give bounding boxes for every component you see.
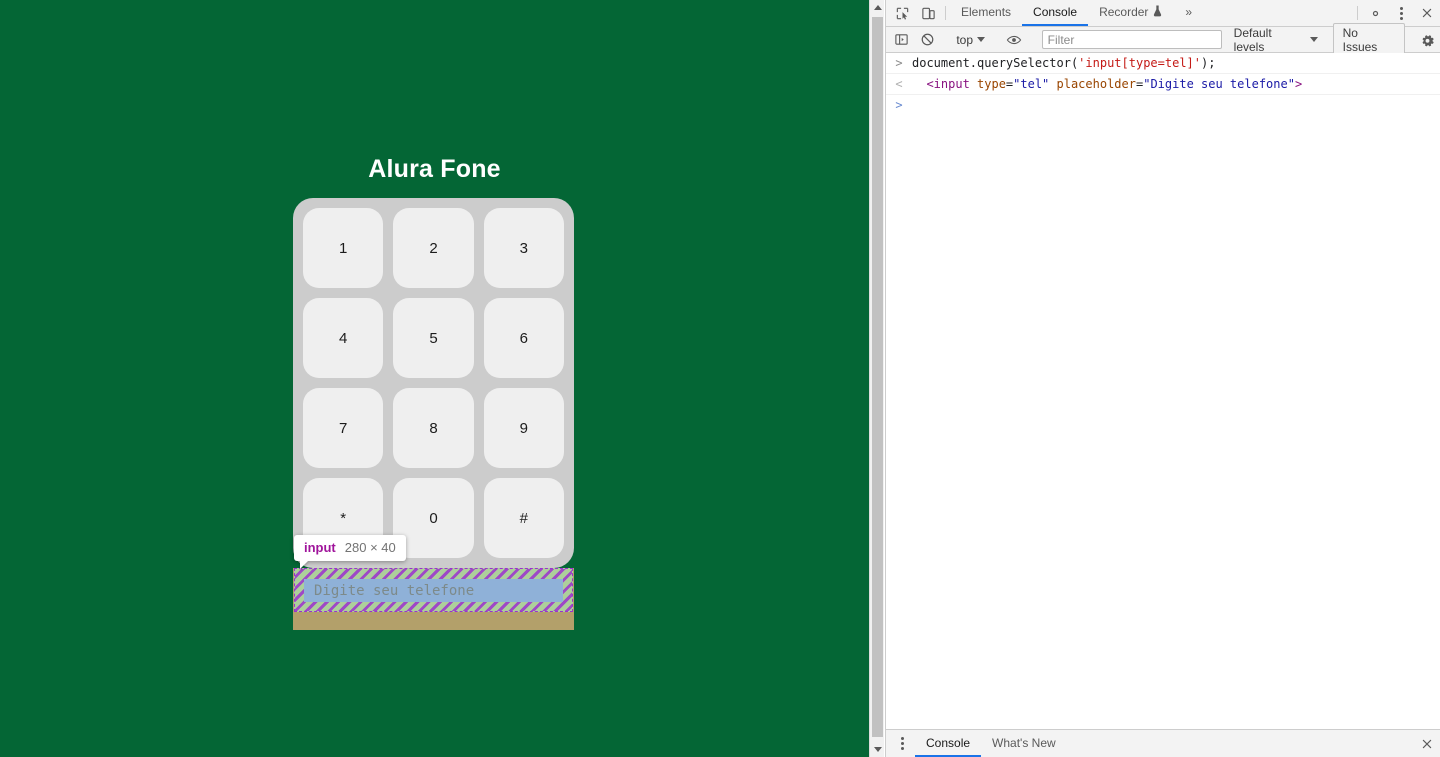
drawer-tab-console-label: Console [926,735,971,750]
page-scrollbar-thumb[interactable] [872,17,883,737]
console-input-marker: > [895,56,903,70]
screenshot-root: Alura Fone 1 2 3 4 5 6 7 8 9 * 0 # Digit… [0,0,1440,757]
chevron-down-icon [1309,37,1318,42]
keypad-key-hash[interactable]: # [483,478,564,558]
page-viewport: Alura Fone 1 2 3 4 5 6 7 8 9 * 0 # Digit… [0,0,869,757]
eye-icon[interactable] [1001,32,1027,48]
device-toolbar-icon[interactable] [915,0,941,26]
console-input-row[interactable]: > document.querySelector('input[type=tel… [886,53,1440,74]
console-settings-gear-icon[interactable] [1414,32,1440,47]
inspector-tooltip-tag: input [304,540,336,555]
keypad-key-4[interactable]: 4 [303,298,384,378]
scroll-up-arrow-icon[interactable] [870,0,885,15]
console-input-expression: document.querySelector('input[type=tel]'… [912,56,1215,71]
drawer-tab-whats-new-label: What's New [992,735,1056,750]
inspector-tooltip: input 280 × 40 [294,535,406,569]
console-prompt-marker: > [895,98,903,112]
devtools-tab-elements[interactable]: Elements [950,0,1022,26]
devtools-panel: Elements Console Recorder » top Filter D… [885,0,1440,757]
inspect-element-icon[interactable] [889,0,915,26]
console-token: "tel" [1013,77,1050,91]
devtools-drawer: Console What's New [886,729,1440,757]
console-output-value[interactable]: <input type="tel" placeholder="Digite se… [912,77,1302,92]
page-title: Alura Fone [368,155,501,183]
experiment-flask-icon [1152,5,1163,20]
page-scrollbar[interactable] [869,0,884,757]
devtools-tab-console-label: Console [1033,5,1078,19]
console-prompt-row[interactable]: > [886,95,1440,116]
scroll-down-arrow-icon[interactable] [870,742,885,757]
console-levels-label: Default levels [1233,25,1272,54]
inspector-tooltip-dimensions: 280 × 40 [344,540,396,555]
keypad-key-1[interactable]: 1 [303,208,384,288]
devtools-tab-recorder-label: Recorder [1099,5,1149,19]
phone-input[interactable]: Digite seu telefone [304,579,563,602]
keypad-key-9[interactable]: 9 [483,388,564,468]
drawer-kebab-menu-icon[interactable] [889,730,915,757]
tabbar-spacer [1203,0,1353,26]
console-token: <input [912,77,970,91]
devtools-tab-elements-label: Elements [961,5,1012,19]
keypad-key-8[interactable]: 8 [393,388,474,468]
chevron-down-icon [977,37,986,42]
console-output-row[interactable]: < <input type="tel" placeholder="Digite … [886,74,1440,95]
toolbar-divider [945,6,946,20]
clear-console-icon[interactable] [915,32,941,47]
devtools-more-tabs[interactable]: » [1174,0,1203,26]
console-filter-input[interactable] [1041,30,1222,49]
keypad-key-5[interactable]: 5 [393,298,474,378]
console-token: 'input[type=tel]' [1078,56,1201,70]
phone-input-placeholder: Digite seu telefone [314,582,475,599]
console-token: type [969,77,1006,91]
console-output: > document.querySelector('input[type=tel… [886,53,1440,729]
toolbar-divider-right [1357,6,1358,20]
phone-input-highlight-region: Digite seu telefone [293,568,574,630]
console-sidebar-icon[interactable] [889,32,915,47]
console-output-marker: < [895,77,903,91]
drawer-close-icon[interactable] [1414,730,1440,757]
devtools-tab-console[interactable]: Console [1022,0,1089,26]
drawer-spacer [1067,730,1414,757]
inspector-tooltip-arrow [300,560,309,569]
devtools-more-tabs-label: » [1185,5,1193,19]
console-token: document.querySelector( [912,56,1079,70]
console-token: ); [1201,56,1216,70]
keypad: 1 2 3 4 5 6 7 8 9 * 0 # [293,198,574,568]
keypad-key-3[interactable]: 3 [483,208,564,288]
console-levels-selector[interactable]: Default levels [1228,26,1324,54]
drawer-tab-whats-new[interactable]: What's New [981,730,1067,757]
no-issues-button[interactable]: No Issues [1332,22,1406,57]
close-icon[interactable] [1414,0,1440,26]
keypad-key-7[interactable]: 7 [303,388,384,468]
drawer-tab-console[interactable]: Console [915,730,982,757]
console-toolbar: top Default levels No Issues [886,22,1440,57]
console-token: > [1294,77,1303,91]
keypad-key-2[interactable]: 2 [393,208,474,288]
console-token: "Digite seu telefone" [1143,77,1295,91]
console-context-selector[interactable]: top [949,33,992,47]
devtools-tab-recorder[interactable]: Recorder [1088,0,1174,26]
console-context-label: top [956,32,974,47]
console-token: placeholder [1049,77,1136,91]
phone-widget: 1 2 3 4 5 6 7 8 9 * 0 # Digite seu telef [293,198,574,630]
keypad-key-6[interactable]: 6 [483,298,564,378]
